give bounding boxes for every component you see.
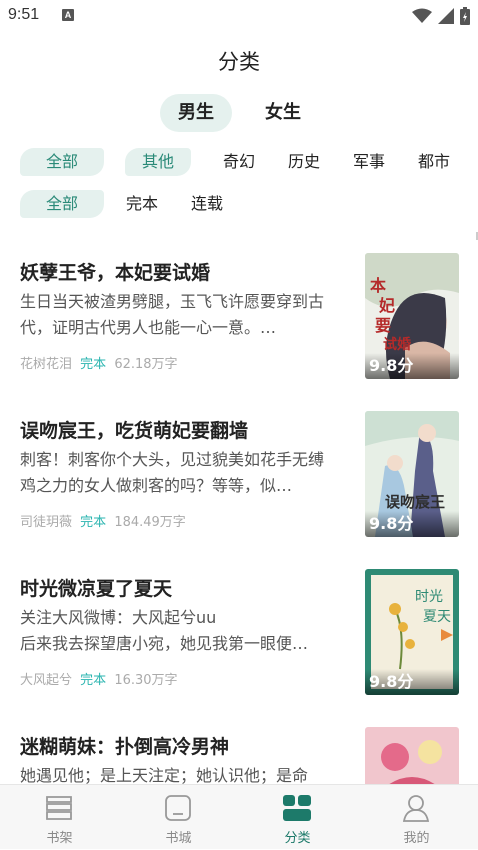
nav-label: 分类 [284, 831, 311, 846]
svg-text:要: 要 [375, 316, 391, 335]
nav-label: 书架 [46, 831, 73, 846]
book-cover[interactable] [365, 727, 459, 784]
list-item[interactable]: 迷糊萌妹：扑倒高冷男神 她遇见他；是上天注定；她认识他；是命 [0, 710, 478, 784]
book-score: 9.8分 [365, 353, 459, 379]
book-cover[interactable]: 误吻宸王 9.8分 [365, 411, 459, 537]
svg-text:试婚: 试婚 [383, 336, 411, 353]
tab-female[interactable]: 女生 [247, 94, 319, 132]
notification-icon: A [62, 9, 74, 21]
book-status: 完本 [80, 515, 107, 530]
book-meta: 大风起兮 完本 16.30万字 [20, 669, 178, 688]
battery-icon [460, 7, 470, 25]
category-other[interactable]: 其他 [125, 148, 191, 176]
nav-label: 书城 [165, 831, 192, 846]
status-finished[interactable]: 完本 [113, 190, 171, 218]
book-score: 9.8分 [365, 511, 459, 537]
status-time: 9:51 [8, 6, 40, 23]
svg-text:妃: 妃 [378, 296, 395, 315]
book-word-count: 62.18万字 [114, 357, 178, 372]
category-filter-row: 全部 其他 奇幻 历史 军事 都市 [0, 148, 478, 176]
bookstore-icon [165, 795, 191, 821]
cover-art [365, 727, 459, 784]
book-title: 迷糊萌妹：扑倒高冷男神 [20, 736, 230, 758]
book-title: 误吻宸王，吃货萌妃要翻墙 [20, 420, 249, 442]
book-list[interactable]: 妖孽王爷，本妃要试婚 生日当天被渣男劈腿，玉飞飞许愿要穿到古代，证明古代男人也能… [0, 236, 478, 784]
cell-signal-icon [438, 8, 454, 24]
category-grid-icon [283, 795, 311, 821]
wifi-icon [412, 8, 432, 23]
book-description: 关注大风微博：大风起兮uu 后来我去探望唐小宛，她见我第一眼便… [20, 608, 309, 653]
nav-profile[interactable]: 我的 [357, 785, 476, 850]
book-author: 司徒玥薇 [20, 515, 73, 530]
book-title: 时光微凉夏了夏天 [20, 578, 173, 600]
status-bar: 9:51 A [0, 0, 478, 32]
bookshelf-icon [46, 796, 72, 820]
book-author: 大风起兮 [20, 673, 73, 688]
book-description: 生日当天被渣男劈腿，玉飞飞许愿要穿到古代，证明古代男人也能一心一意。… [20, 292, 325, 337]
book-word-count: 16.30万字 [114, 673, 178, 688]
book-author: 花树花泪 [20, 357, 73, 372]
book-description: 她遇见他；是上天注定；她认识他；是命 [20, 766, 309, 784]
list-item[interactable]: 妖孽王爷，本妃要试婚 生日当天被渣男劈腿，玉飞飞许愿要穿到古代，证明古代男人也能… [0, 236, 478, 394]
svg-text:夏天: 夏天 [423, 609, 451, 625]
book-score: 9.8分 [365, 669, 459, 695]
svg-text:误吻宸王: 误吻宸王 [385, 493, 445, 511]
status-ongoing[interactable]: 连载 [178, 190, 236, 218]
status-filter-row: 全部 完本 连载 [0, 190, 478, 218]
svg-text:时光: 时光 [415, 589, 443, 605]
book-cover[interactable]: 时光 夏天 9.8分 [365, 569, 459, 695]
nav-bookshelf[interactable]: 书架 [0, 785, 119, 850]
category-military[interactable]: 军事 [340, 148, 398, 176]
tab-male[interactable]: 男生 [160, 94, 232, 132]
profile-icon [402, 795, 430, 822]
category-all[interactable]: 全部 [20, 148, 104, 176]
book-status: 完本 [80, 673, 107, 688]
book-word-count: 184.49万字 [114, 515, 186, 530]
gender-tabs: 男生 女生 [0, 94, 478, 132]
page-title: 分类 [218, 50, 260, 74]
book-cover[interactable]: 本 妃 要 试婚 9.8分 [365, 253, 459, 379]
book-meta: 司徒玥薇 完本 184.49万字 [20, 511, 186, 530]
bottom-nav: 书架 书城 分类 我的 [0, 784, 478, 849]
list-item[interactable]: 时光微凉夏了夏天 关注大风微博：大风起兮uu 后来我去探望唐小宛，她见我第一眼便… [0, 552, 478, 710]
nav-label: 我的 [403, 831, 430, 846]
list-item[interactable]: 误吻宸王，吃货萌妃要翻墙 刺客！刺客你个大头，见过貌美如花手无缚鸡之力的女人做刺… [0, 394, 478, 552]
status-all[interactable]: 全部 [20, 190, 104, 218]
book-title: 妖孽王爷，本妃要试婚 [20, 262, 211, 284]
category-history[interactable]: 历史 [275, 148, 333, 176]
nav-bookstore[interactable]: 书城 [119, 785, 238, 850]
category-urban[interactable]: 都市 [405, 148, 463, 176]
book-description: 刺客！刺客你个大头，见过貌美如花手无缚鸡之力的女人做刺客的吗？等等，似… [20, 450, 325, 495]
svg-text:本: 本 [370, 276, 386, 295]
category-fantasy[interactable]: 奇幻 [210, 148, 268, 176]
nav-category[interactable]: 分类 [238, 785, 357, 850]
book-meta: 花树花泪 完本 62.18万字 [20, 353, 178, 372]
book-status: 完本 [80, 357, 107, 372]
